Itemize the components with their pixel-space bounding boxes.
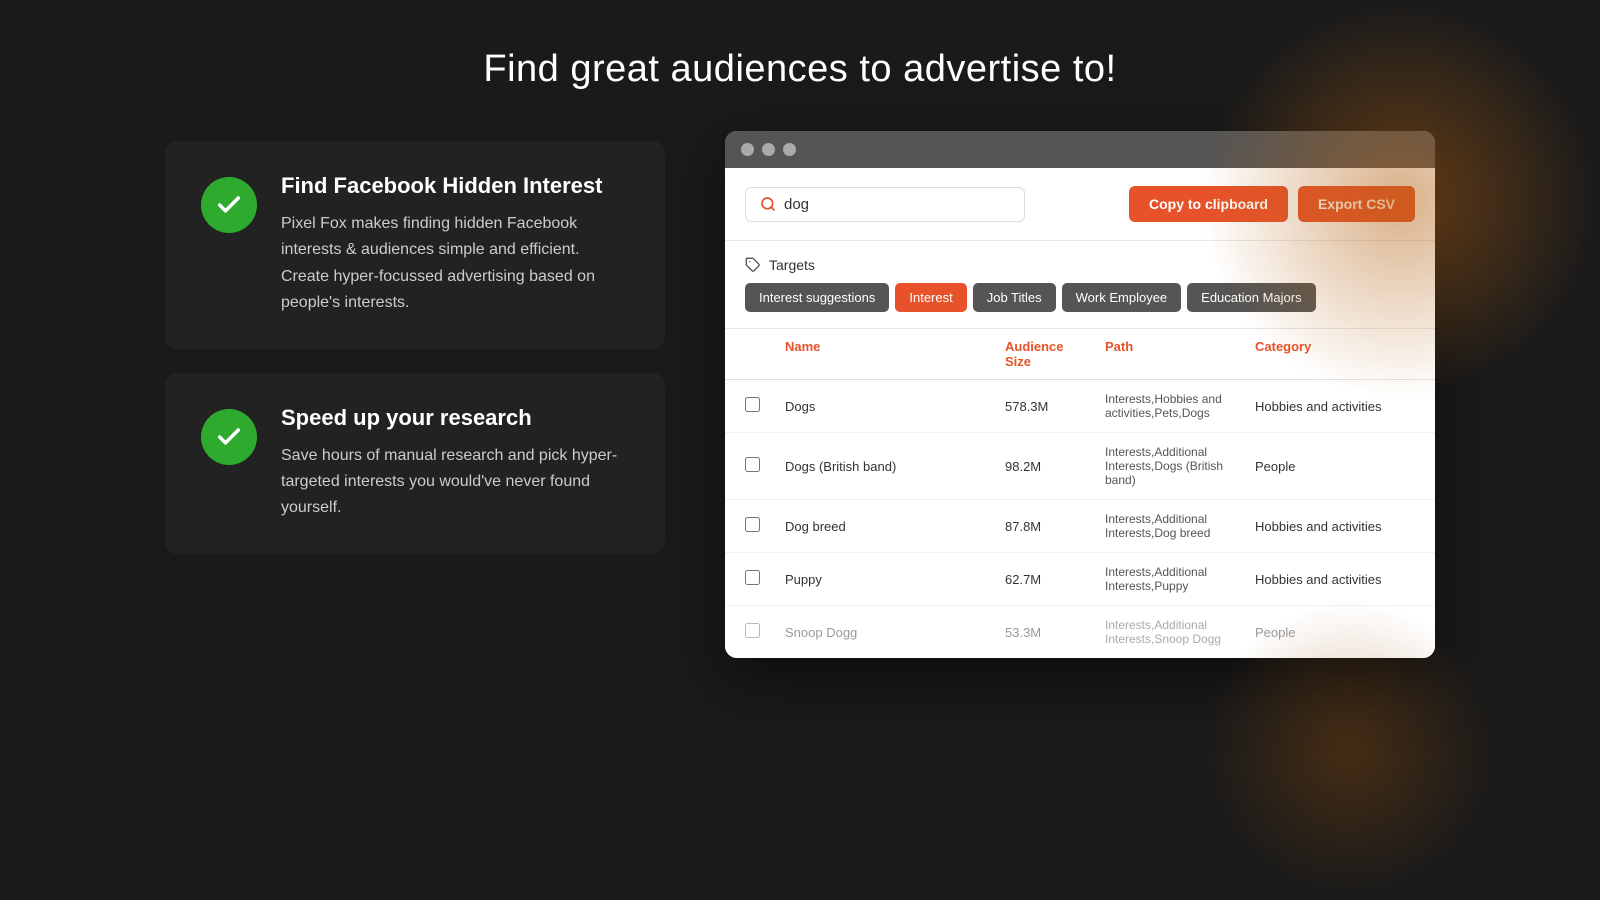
row-1-category: Hobbies and activities — [1255, 399, 1415, 414]
row-1-checkbox[interactable] — [745, 397, 760, 412]
check-circle-2 — [201, 409, 257, 465]
results-table: Name AudienceSize Path Category Dogs 578… — [725, 329, 1435, 658]
targets-label-row: Targets — [745, 257, 1415, 273]
row-2-name: Dogs (British band) — [785, 459, 1005, 474]
row-5-checkbox[interactable] — [745, 623, 760, 638]
tab-work-employee[interactable]: Work Employee — [1062, 283, 1182, 312]
row-2-category: People — [1255, 459, 1415, 474]
row-4-check[interactable] — [745, 570, 785, 588]
row-4-audience: 62.7M — [1005, 572, 1105, 587]
row-2-check[interactable] — [745, 457, 785, 475]
feature-text-1: Find Facebook Hidden Interest Pixel Fox … — [281, 173, 629, 317]
th-category: Category — [1255, 339, 1415, 369]
filter-tabs: Interest suggestions Interest Job Titles… — [745, 283, 1415, 312]
search-input-value: dog — [784, 196, 809, 213]
row-4-checkbox[interactable] — [745, 570, 760, 585]
check-circle-1 — [201, 177, 257, 233]
window-dot-1 — [741, 143, 754, 156]
search-bar-row: dog Copy to clipboard Export CSV — [725, 168, 1435, 241]
table-row: Dogs 578.3M Interests,Hobbies and activi… — [725, 380, 1435, 433]
row-1-check[interactable] — [745, 397, 785, 415]
table-header: Name AudienceSize Path Category — [725, 329, 1435, 380]
th-name: Name — [785, 339, 1005, 369]
main-layout: Find Facebook Hidden Interest Pixel Fox … — [0, 131, 1600, 658]
copy-to-clipboard-button[interactable]: Copy to clipboard — [1129, 186, 1288, 222]
row-5-check[interactable] — [745, 623, 785, 641]
targets-row: Targets Interest suggestions Interest Jo… — [725, 241, 1435, 329]
row-4-name: Puppy — [785, 572, 1005, 587]
window-body: dog Copy to clipboard Export CSV Targets — [725, 168, 1435, 658]
th-checkbox — [745, 339, 785, 369]
window-dot-3 — [783, 143, 796, 156]
row-3-name: Dog breed — [785, 519, 1005, 534]
row-3-category: Hobbies and activities — [1255, 519, 1415, 534]
tab-job-titles[interactable]: Job Titles — [973, 283, 1056, 312]
search-input-wrap[interactable]: dog — [745, 187, 1025, 222]
row-5-name: Snoop Dogg — [785, 625, 1005, 640]
feature-heading-2: Speed up your research — [281, 405, 629, 431]
export-csv-button[interactable]: Export CSV — [1298, 186, 1415, 222]
row-2-path: Interests,Additional Interests,Dogs (Bri… — [1105, 445, 1255, 487]
tab-interest[interactable]: Interest — [895, 283, 966, 312]
row-5-category: People — [1255, 625, 1415, 640]
window-dot-2 — [762, 143, 775, 156]
table-row: Snoop Dogg 53.3M Interests,Additional In… — [725, 606, 1435, 658]
row-4-category: Hobbies and activities — [1255, 572, 1415, 587]
row-5-path: Interests,Additional Interests,Snoop Dog… — [1105, 618, 1255, 646]
window-titlebar — [725, 131, 1435, 168]
row-5-audience: 53.3M — [1005, 625, 1105, 640]
left-panel: Find Facebook Hidden Interest Pixel Fox … — [165, 131, 665, 554]
th-path: Path — [1105, 339, 1255, 369]
th-audience-size: AudienceSize — [1005, 339, 1105, 369]
feature-body-1: Pixel Fox makes finding hidden Facebook … — [281, 211, 629, 317]
row-1-audience: 578.3M — [1005, 399, 1105, 414]
app-window: dog Copy to clipboard Export CSV Targets — [725, 131, 1435, 658]
row-3-path: Interests,Additional Interests,Dog breed — [1105, 512, 1255, 540]
feature-card-1: Find Facebook Hidden Interest Pixel Fox … — [165, 141, 665, 349]
search-icon — [760, 196, 776, 212]
table-row: Dogs (British band) 98.2M Interests,Addi… — [725, 433, 1435, 500]
row-3-checkbox[interactable] — [745, 517, 760, 532]
row-2-audience: 98.2M — [1005, 459, 1105, 474]
row-4-path: Interests,Additional Interests,Puppy — [1105, 565, 1255, 593]
feature-heading-1: Find Facebook Hidden Interest — [281, 173, 629, 199]
tab-interest-suggestions[interactable]: Interest suggestions — [745, 283, 889, 312]
row-1-path: Interests,Hobbies and activities,Pets,Do… — [1105, 392, 1255, 420]
row-3-check[interactable] — [745, 517, 785, 535]
checkmark-icon-2 — [215, 423, 243, 451]
row-1-name: Dogs — [785, 399, 1005, 414]
page-title: Find great audiences to advertise to! — [0, 0, 1600, 131]
row-3-audience: 87.8M — [1005, 519, 1105, 534]
feature-text-2: Speed up your research Save hours of man… — [281, 405, 629, 522]
action-buttons: Copy to clipboard Export CSV — [1129, 186, 1415, 222]
table-row: Dog breed 87.8M Interests,Additional Int… — [725, 500, 1435, 553]
targets-label-text: Targets — [769, 257, 815, 273]
checkmark-icon-1 — [215, 191, 243, 219]
row-2-checkbox[interactable] — [745, 457, 760, 472]
feature-card-2: Speed up your research Save hours of man… — [165, 373, 665, 554]
table-row: Puppy 62.7M Interests,Additional Interes… — [725, 553, 1435, 606]
tag-icon — [745, 257, 761, 273]
feature-body-2: Save hours of manual research and pick h… — [281, 443, 629, 522]
tab-education-majors[interactable]: Education Majors — [1187, 283, 1315, 312]
